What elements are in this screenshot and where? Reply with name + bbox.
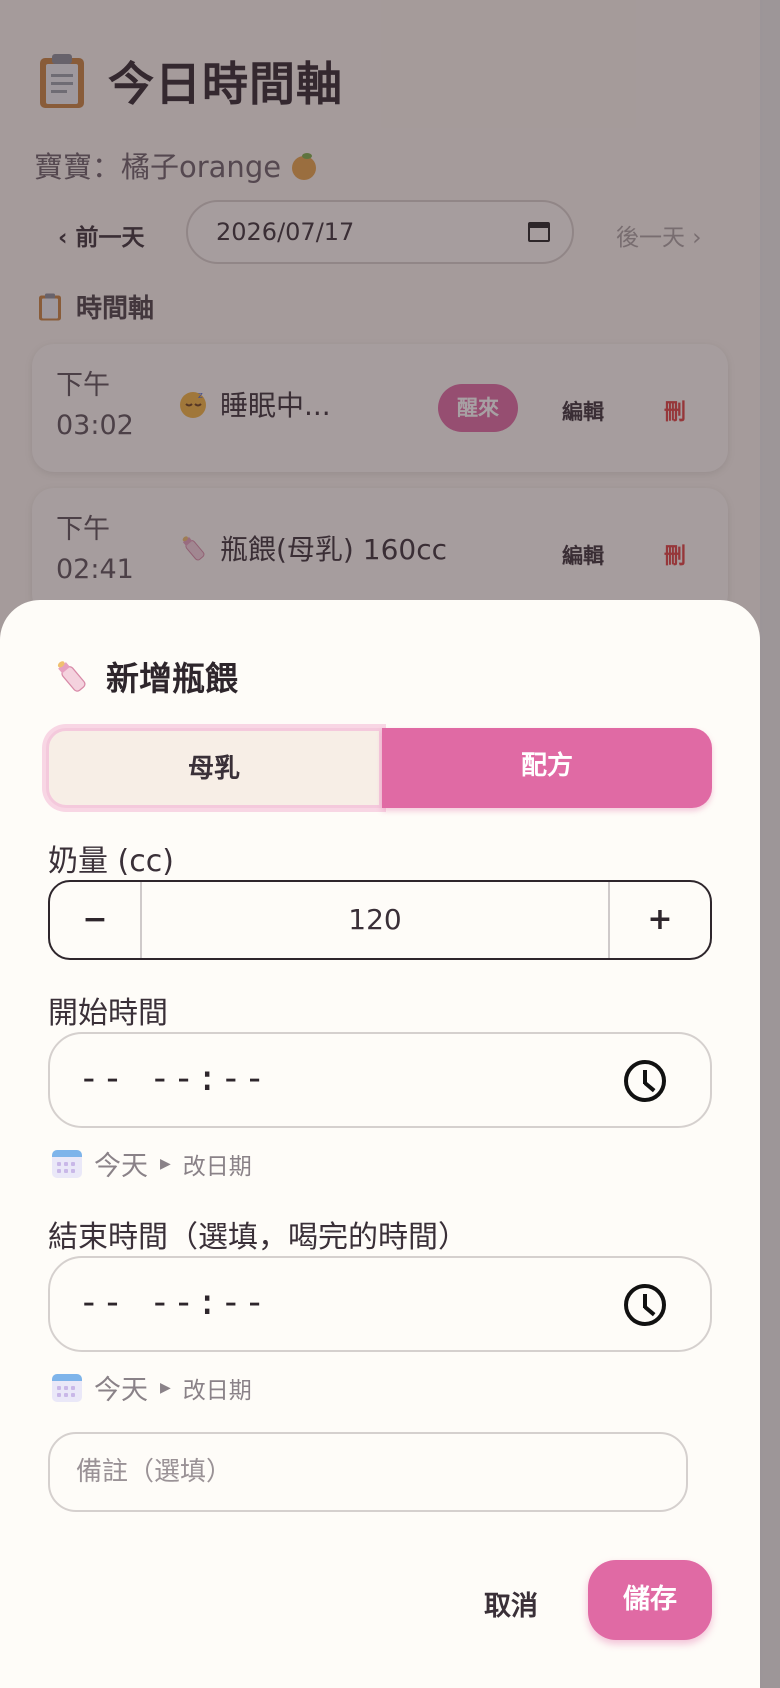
clock-icon[interactable] — [624, 1284, 666, 1326]
change-date-link[interactable]: 改日期 — [183, 1371, 252, 1405]
triangle-icon: ▶ — [160, 1379, 171, 1396]
option-breast-milk[interactable]: 母乳 — [46, 728, 382, 808]
decrease-button[interactable]: − — [50, 882, 142, 958]
save-button[interactable]: 儲存 — [588, 1560, 712, 1640]
calendar-icon — [52, 1149, 82, 1178]
start-date-row: 今天 ▶ 改日期 — [52, 1144, 252, 1183]
start-time-label: 開始時間 — [48, 996, 168, 1031]
baby-bottle-icon — [57, 661, 86, 692]
amount-stepper: − 120 + — [48, 880, 712, 960]
notes-input[interactable]: 備註（選填） — [48, 1432, 688, 1512]
end-time-input[interactable]: -- --:-- — [48, 1256, 712, 1352]
change-date-link[interactable]: 改日期 — [183, 1147, 252, 1181]
start-time-input[interactable]: -- --:-- — [48, 1032, 712, 1128]
calendar-icon — [52, 1373, 82, 1402]
sheet-title: 新增瓶餵 — [52, 652, 238, 700]
add-bottle-sheet: 新增瓶餵 母乳 配方 奶量 (cc) − 120 + 開始時間 -- --:--… — [0, 600, 760, 1688]
amount-input[interactable]: 120 — [142, 882, 608, 958]
amount-label: 奶量 (cc) — [48, 844, 174, 879]
end-time-label: 結束時間（選填，喝完的時間） — [48, 1220, 468, 1255]
milk-type-toggle: 母乳 配方 — [46, 728, 712, 808]
increase-button[interactable]: + — [608, 882, 710, 958]
end-date-row: 今天 ▶ 改日期 — [52, 1368, 252, 1407]
cancel-button[interactable]: 取消 — [484, 1584, 538, 1623]
clock-icon[interactable] — [624, 1060, 666, 1102]
option-formula[interactable]: 配方 — [382, 728, 712, 808]
triangle-icon: ▶ — [160, 1155, 171, 1172]
